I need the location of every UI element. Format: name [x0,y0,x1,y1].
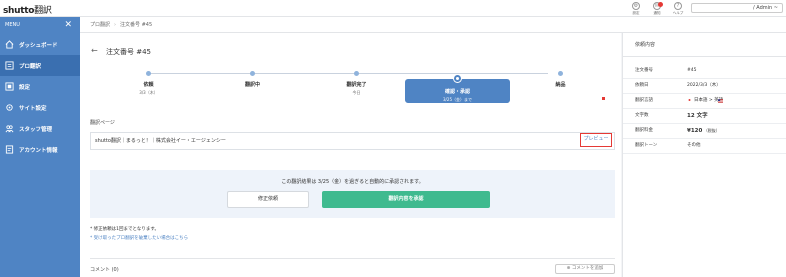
progress-stepper: 依頼 3/3（木） 翻訳中 翻訳完了 今日 確認・承認 3/25（金）まで 納品 [90,68,610,108]
detail-row-order-number: 注文番号 #45 [623,64,786,79]
detail-row-language: 翻訳言語 日本語 > 英語 [623,94,786,109]
detail-row-price: 翻訳料金 ¥120 （税抜） [623,124,786,139]
back-arrow-icon[interactable]: ← [91,46,98,55]
help-icon[interactable]: ? ヘルプ [671,2,685,16]
detail-row-char-count: 文字数 12 文字 [623,109,786,124]
step-review-current: 確認・承認 3/25（金）まで [405,75,510,103]
translated-page-row: shutto翻訳｜まるっと！｜株式会社イー・エージェンシー [90,132,615,150]
japan-flag-icon [687,97,692,102]
sidebar-item-account[interactable]: アカウント情報 [0,139,80,160]
step-translating: 翻訳中 [200,68,305,90]
step-delivery: 納品 [508,68,613,90]
notification-badge [658,2,663,7]
auto-approval-message: この翻訳結果は 3/25（金）を過ぎると自動的に承認されます。 [281,179,424,185]
page-section-label: 翻訳ページ [90,120,115,126]
us-flag-icon [718,99,723,103]
close-icon[interactable]: ✕ [64,17,72,34]
breadcrumb-current: 注文番号 #45 [120,22,153,28]
step-dot [354,71,359,76]
step-dot-current [454,75,461,82]
revision-note: * 修正依頼は1回までとなります。 [90,227,159,232]
sidebar-item-pro-translation[interactable]: プロ翻訳 [0,55,80,76]
detail-row-request-date: 依頼日 2022/3/3（木） [623,79,786,94]
home-icon [5,40,14,49]
sidebar-item-site-settings[interactable]: サイト設定 [0,97,80,118]
gear-icon [5,103,14,112]
step-dot [146,71,151,76]
page-title: 注文番号 #45 [106,48,151,56]
sidebar-item-staff[interactable]: スタッフ管理 [0,118,80,139]
sidebar: MENU ✕ ダッシュボード プロ翻訳 設定 サイト設定 スタッフ管理 アカウン… [0,17,80,277]
sidebar-item-dashboard[interactable]: ダッシュボード [0,34,80,55]
order-details-panel: 依頼内容 注文番号 #45 依頼日 2022/3/3（木） 翻訳言語 日本語 > 英… [622,33,786,277]
chevron-right-icon: › [114,22,117,28]
approve-button[interactable]: 翻訳内容を承認 [322,191,490,208]
add-comment-button[interactable]: ⊕ コメントを追加 [555,264,615,274]
translate-icon [5,82,14,91]
top-bar: shutto翻訳 ⚙ 設定 ✉ 通知 ? ヘルプ / Admin ~ [0,0,786,17]
step-request: 依頼 3/3（木） [96,68,201,96]
settings-icon[interactable]: ⚙ 設定 [629,2,643,16]
detail-row-tone: 翻訳トーン その他 [623,139,786,154]
step-dot [250,71,255,76]
notification-icon[interactable]: ✉ 通知 [650,2,664,16]
fix-request-button[interactable]: 修正依頼 [227,191,309,208]
step-translated: 翻訳完了 今日 [304,68,409,96]
breadcrumb: プロ翻訳 › 注文番号 #45 [80,17,786,33]
logo[interactable]: shutto翻訳 [3,3,52,16]
details-title: 依頼内容 [623,33,786,57]
step-dot [558,71,563,76]
approval-box: この翻訳結果は 3/25（金）を過ぎると自動的に承認されます。 修正依頼 翻訳内… [90,170,615,218]
account-icon [5,145,14,154]
sidebar-item-settings[interactable]: 設定 [0,76,80,97]
main-panel: ← 注文番号 #45 依頼 3/3（木） 翻訳中 翻訳完了 今日 確認・承認 3… [80,33,621,277]
page-title-text: shutto翻訳｜まるっと！｜株式会社イー・エージェンシー [95,138,226,144]
users-icon [5,124,14,133]
document-icon [5,61,14,70]
attention-marker [602,97,605,100]
discard-link[interactable]: * 受け取ったプロ翻訳を破棄したい場合はこちら [90,235,188,241]
menu-header: MENU ✕ [0,17,80,34]
preview-button[interactable]: プレビュー [580,133,612,147]
comments-title: コメント (0) [90,267,119,273]
breadcrumb-root[interactable]: プロ翻訳 [90,22,110,28]
comments-section: コメント (0) ⊕ コメントを追加 [90,258,615,277]
account-selector[interactable]: / Admin ~ [691,3,783,13]
